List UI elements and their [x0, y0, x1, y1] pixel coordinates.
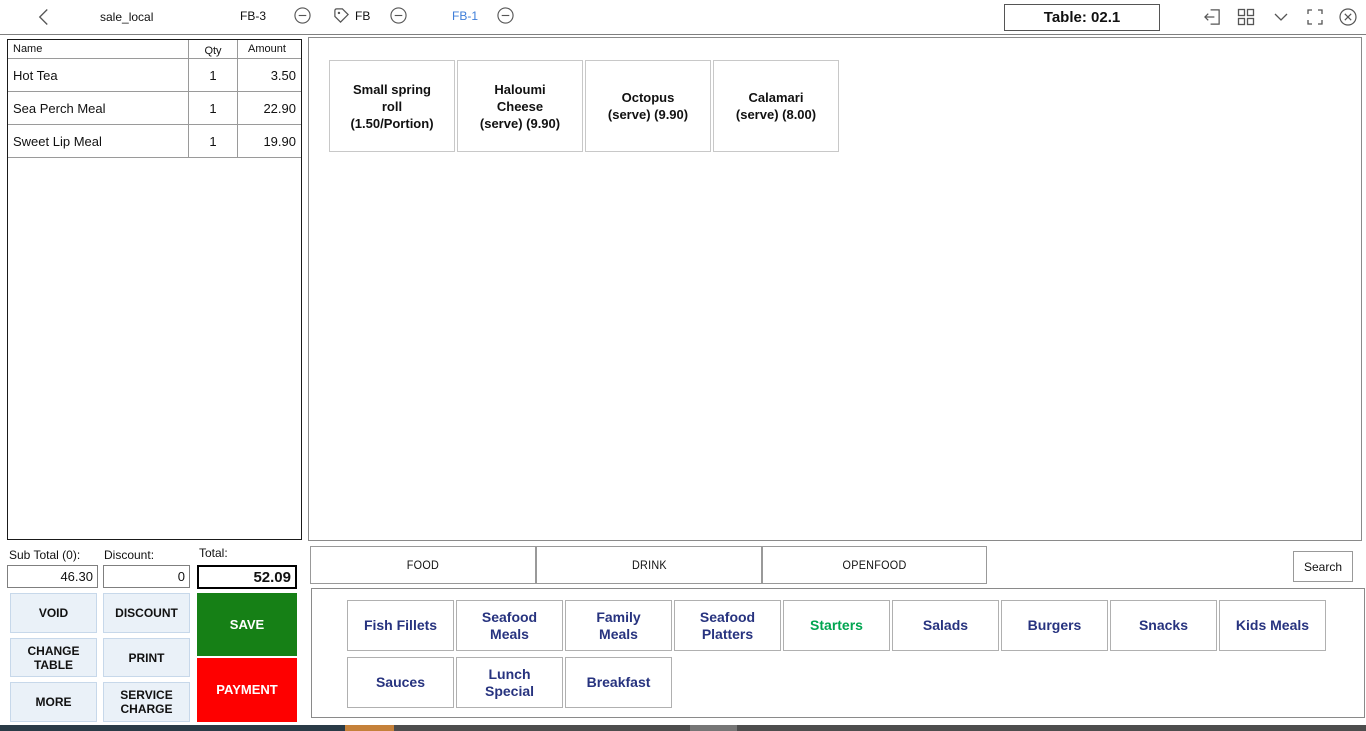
save-button[interactable]: SAVE: [197, 593, 297, 656]
pos-screen: sale_local FB-3 FB FB-1 Table: 02.1: [0, 0, 1366, 731]
discount-label: Discount:: [104, 548, 154, 562]
void-button[interactable]: VOID: [10, 593, 97, 633]
taskbar-segment: [345, 725, 394, 731]
header-amount: Amount: [238, 40, 301, 58]
change-table-button[interactable]: CHANGE TABLE: [10, 638, 97, 677]
category-button[interactable]: Seafood Meals: [456, 600, 563, 651]
more-button[interactable]: MORE: [10, 682, 97, 722]
item-qty: 1: [188, 125, 238, 157]
product-button[interactable]: Calamari (serve) (8.00): [713, 60, 839, 152]
category-button[interactable]: Sauces: [347, 657, 454, 708]
item-qty: 1: [188, 92, 238, 124]
tag-icon: [333, 7, 350, 29]
order-row[interactable]: Hot Tea 1 3.50: [8, 59, 301, 92]
grid-layout-icon[interactable]: [1237, 8, 1255, 31]
fullscreen-icon[interactable]: [1306, 8, 1324, 31]
table-number-button[interactable]: Table: 02.1: [1004, 4, 1160, 31]
order-tab-fb-minus-icon[interactable]: [390, 7, 407, 29]
discount-button[interactable]: DISCOUNT: [103, 593, 190, 633]
top-bar-separator: [0, 34, 1366, 35]
menu-tab-label: FOOD: [407, 558, 439, 572]
close-icon[interactable]: [1339, 8, 1357, 31]
payment-button[interactable]: PAYMENT: [197, 658, 297, 722]
service-charge-button[interactable]: SERVICE CHARGE: [103, 682, 190, 722]
order-tab-fb1-active[interactable]: FB-1: [452, 9, 478, 23]
category-button[interactable]: Burgers: [1001, 600, 1108, 651]
order-tab-fb[interactable]: FB: [355, 9, 370, 23]
item-name: Sweet Lip Meal: [8, 134, 188, 149]
order-tab-fb1-minus-icon[interactable]: [497, 7, 514, 29]
order-row[interactable]: Sweet Lip Meal 1 19.90: [8, 125, 301, 158]
menu-tab-label: DRINK: [632, 558, 667, 572]
menu-tab-openfood[interactable]: OPENFOOD: [762, 546, 987, 584]
order-items-panel: Name Qty Amount Hot Tea 1 3.50 Sea Perch…: [7, 39, 302, 540]
product-grid-panel: Small spring roll (1.50/Portion) Haloumi…: [308, 37, 1362, 541]
item-name: Sea Perch Meal: [8, 101, 188, 116]
subtotal-input[interactable]: [7, 565, 98, 588]
category-button[interactable]: Kids Meals: [1219, 600, 1326, 651]
search-button[interactable]: Search: [1293, 551, 1353, 582]
chevron-down-icon[interactable]: [1272, 8, 1290, 31]
top-bar: sale_local FB-3 FB FB-1 Table: 02.1: [0, 0, 1366, 34]
category-row: Fish Fillets Seafood Meals Family Meals …: [347, 600, 1326, 651]
order-tab-fb3[interactable]: FB-3: [240, 9, 266, 23]
category-button[interactable]: Fish Fillets: [347, 600, 454, 651]
order-table-header: Name Qty Amount: [8, 40, 301, 59]
item-amount: 19.90: [238, 134, 301, 149]
category-panel: Fish Fillets Seafood Meals Family Meals …: [311, 588, 1365, 718]
sale-mode-label: sale_local: [100, 10, 153, 24]
category-button[interactable]: Breakfast: [565, 657, 672, 708]
item-amount: 3.50: [238, 68, 301, 83]
back-icon[interactable]: [36, 7, 51, 32]
item-amount: 22.90: [238, 101, 301, 116]
product-button[interactable]: Small spring roll (1.50/Portion): [329, 60, 455, 152]
order-row[interactable]: Sea Perch Meal 1 22.90: [8, 92, 301, 125]
category-button[interactable]: Family Meals: [565, 600, 672, 651]
header-qty: Qty: [188, 40, 238, 58]
item-name: Hot Tea: [8, 68, 188, 83]
taskbar-sliver: [0, 725, 1366, 731]
taskbar-segment: [690, 725, 737, 731]
category-button[interactable]: Lunch Special: [456, 657, 563, 708]
print-button[interactable]: PRINT: [103, 638, 190, 677]
product-row: Small spring roll (1.50/Portion) Haloumi…: [329, 60, 839, 152]
product-button[interactable]: Octopus (serve) (9.90): [585, 60, 711, 152]
category-row: Sauces Lunch Special Breakfast: [347, 657, 672, 708]
header-name: Name: [8, 40, 188, 58]
menu-tab-drink[interactable]: DRINK: [536, 546, 762, 584]
subtotal-label: Sub Total (0):: [9, 548, 80, 562]
taskbar-segment: [0, 725, 345, 731]
total-input[interactable]: [197, 565, 297, 589]
order-tab-fb3-minus-icon[interactable]: [294, 7, 311, 29]
category-button[interactable]: Salads: [892, 600, 999, 651]
product-button[interactable]: Haloumi Cheese (serve) (9.90): [457, 60, 583, 152]
menu-tab-label: OPENFOOD: [843, 558, 907, 572]
total-label: Total:: [199, 546, 228, 560]
discount-input[interactable]: [103, 565, 190, 588]
item-qty: 1: [188, 59, 238, 91]
category-button[interactable]: Seafood Platters: [674, 600, 781, 651]
category-button[interactable]: Starters: [783, 600, 890, 651]
logout-icon[interactable]: [1203, 8, 1222, 31]
category-button[interactable]: Snacks: [1110, 600, 1217, 651]
menu-tab-food[interactable]: FOOD: [310, 546, 536, 584]
